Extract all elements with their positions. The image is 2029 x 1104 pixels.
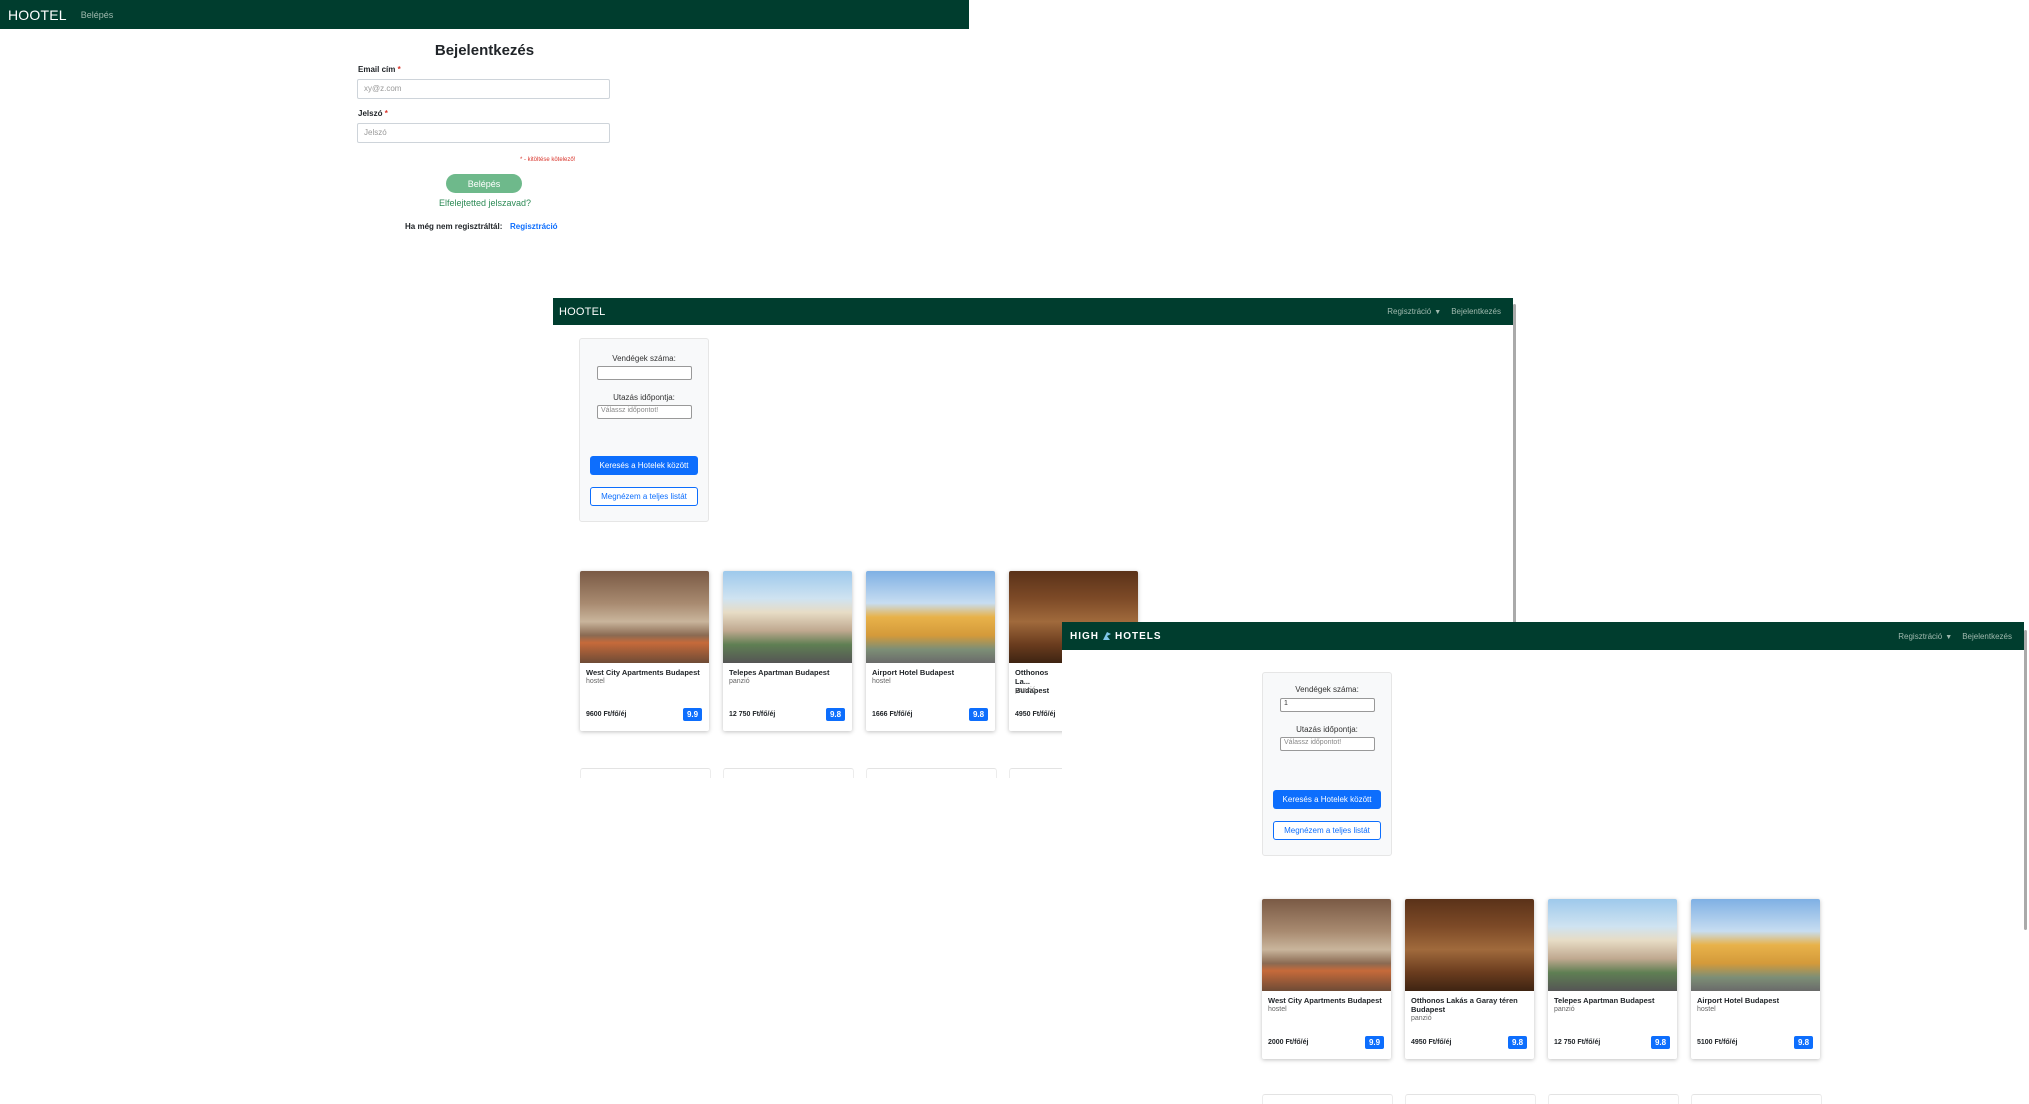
guests-label: Vendégek száma: [612, 354, 676, 363]
rating-badge: 9.8 [969, 708, 988, 721]
guests-input[interactable]: 1 [1280, 698, 1375, 712]
nav-register-dropdown[interactable]: Regisztráció ▼ [1898, 632, 1952, 641]
date-label: Utazás időpontja: [1296, 725, 1358, 734]
scrollbar[interactable] [1513, 304, 1516, 624]
brand-logo[interactable]: HOOTEL [8, 7, 67, 23]
caret-down-icon: ▼ [1434, 309, 1442, 316]
hotel-card[interactable]: Airport Hotel Budapest hostel 5100 Ft/fő… [1691, 899, 1820, 1059]
brand-logo[interactable]: HIGH HOTELS [1070, 630, 1162, 642]
password-label: Jelszó * [358, 109, 388, 118]
hotel-card[interactable]: Telepes Apartman Budapest panzió 12 750 … [1548, 899, 1677, 1059]
forgot-password-link[interactable]: Elfelejtetted jelszavad? [400, 198, 570, 208]
nav-register-dropdown[interactable]: Regisztráció ▼ [1387, 307, 1441, 316]
hotel-type: panzió [729, 678, 750, 685]
hotel-card-placeholder [580, 768, 711, 778]
hotel-card-placeholder [866, 768, 997, 778]
hotel-price: 12 750 Ft/fő/éj [729, 711, 776, 718]
hotel-photo [866, 571, 995, 663]
full-list-button[interactable]: Megnézem a teljes listát [1273, 821, 1381, 840]
hotel-card[interactable]: Airport Hotel Budapest hostel 1666 Ft/fő… [866, 571, 995, 731]
register-link[interactable]: Regisztráció [510, 222, 558, 231]
guests-label: Vendégek száma: [1295, 685, 1359, 694]
required-note: * - kitöltése kötelező! [520, 157, 576, 163]
hotel-card[interactable]: Telepes Apartman Budapest panzió 12 750 … [723, 571, 852, 731]
login-button[interactable]: Belépés [446, 174, 522, 193]
hotel-card-placeholder [1548, 1094, 1679, 1104]
page-title: Bejelentkezés [434, 42, 535, 59]
hotel-price: 12 750 Ft/fő/éj [1554, 1039, 1601, 1046]
hotel-name: Telepes Apartman Budapest [1554, 996, 1655, 1005]
hotel-card[interactable]: West City Apartments Budapest hostel 960… [580, 571, 709, 731]
search-hotels-button[interactable]: Keresés a Hotelek között [1273, 790, 1381, 809]
hotel-type: panzió [1554, 1006, 1575, 1013]
hotel-photo [723, 571, 852, 663]
hotel-type: hostel [1697, 1006, 1716, 1013]
hotel-name: West City Apartments Budapest [1268, 996, 1382, 1005]
email-label: Email cím * [358, 65, 401, 74]
caret-down-icon: ▼ [1945, 633, 1953, 641]
password-field[interactable]: Jelszó [357, 123, 610, 143]
hotel-name: Otthonos Lakás a Garay téren Budapest [1411, 996, 1518, 1014]
hotel-card-placeholder [723, 768, 854, 778]
hotel-photo [1691, 899, 1820, 991]
hotel-type: hostel [586, 678, 605, 685]
date-input[interactable]: Válassz időpontot! [597, 405, 692, 419]
hotel-name: Airport Hotel Budapest [1697, 996, 1780, 1005]
full-list-button[interactable]: Megnézem a teljes listát [590, 487, 698, 506]
hotel-photo [580, 571, 709, 663]
rating-badge: 9.8 [1651, 1036, 1670, 1049]
login-navbar: HOOTEL Belépés [0, 0, 969, 29]
email-field[interactable]: xy@z.com [357, 79, 610, 99]
date-label: Utazás időpontja: [613, 393, 675, 402]
rating-badge: 9.8 [1794, 1036, 1813, 1049]
nav-login-link[interactable]: Belépés [81, 10, 114, 20]
hootel-navbar: HOOTEL Regisztráció ▼ Bejelentkezés [553, 298, 1513, 325]
hotel-name: West City Apartments Budapest [586, 668, 700, 677]
search-hotels-button[interactable]: Keresés a Hotelek között [590, 456, 698, 475]
search-panel: Vendégek száma: 1 Utazás időpontja: Vála… [1262, 672, 1392, 856]
nav-login-link[interactable]: Bejelentkezés [1962, 632, 2012, 641]
guests-input[interactable] [597, 366, 692, 380]
hotel-card-placeholder [1262, 1094, 1393, 1104]
rating-badge: 9.9 [683, 708, 702, 721]
hotel-photo [1262, 899, 1391, 991]
highhotels-navbar: HIGH HOTELS Regisztráció ▼ Bejelentkezés [1062, 622, 2024, 650]
hotel-price: 1666 Ft/fő/éj [872, 711, 913, 718]
rating-badge: 9.8 [826, 708, 845, 721]
hotel-type: panzió [1411, 1015, 1432, 1022]
hotel-price: 5100 Ft/fő/éj [1697, 1039, 1738, 1046]
hotel-card-placeholder [1405, 1094, 1536, 1104]
hotel-price: 4950 Ft/fő/éj [1411, 1039, 1452, 1046]
hotel-name: Airport Hotel Budapest [872, 668, 955, 677]
brand-logo[interactable]: HOOTEL [559, 306, 605, 318]
register-prompt: Ha még nem regisztráltál: [405, 222, 503, 231]
hotel-type: hostel [872, 678, 891, 685]
scrollbar[interactable] [2024, 630, 2027, 930]
hotel-photo [1548, 899, 1677, 991]
rating-badge: 9.8 [1508, 1036, 1527, 1049]
hotel-name: Telepes Apartman Budapest [729, 668, 830, 677]
search-panel: Vendégek száma: Utazás időpontja: Válass… [579, 338, 709, 522]
hotel-type: hostel [1268, 1006, 1287, 1013]
hotel-photo [1405, 899, 1534, 991]
hotel-card[interactable]: West City Apartments Budapest hostel 200… [1262, 899, 1391, 1059]
hotel-type: panzió [1015, 687, 1036, 694]
hotel-price: 4950 Ft/fő/éj [1015, 711, 1056, 718]
hotel-price: 9600 Ft/fő/éj [586, 711, 627, 718]
hotel-card[interactable]: Otthonos Lakás a Garay téren Budapest pa… [1405, 899, 1534, 1059]
date-input[interactable]: Válassz időpontot! [1280, 737, 1375, 751]
highhotels-window: HIGH HOTELS Regisztráció ▼ Bejelentkezés … [1062, 622, 2029, 1104]
rating-badge: 9.9 [1365, 1036, 1384, 1049]
hotel-price: 2000 Ft/fő/éj [1268, 1039, 1309, 1046]
hotel-card-placeholder [1691, 1094, 1822, 1104]
nav-login-link[interactable]: Bejelentkezés [1451, 307, 1501, 316]
logo-mark-icon [1101, 630, 1113, 642]
